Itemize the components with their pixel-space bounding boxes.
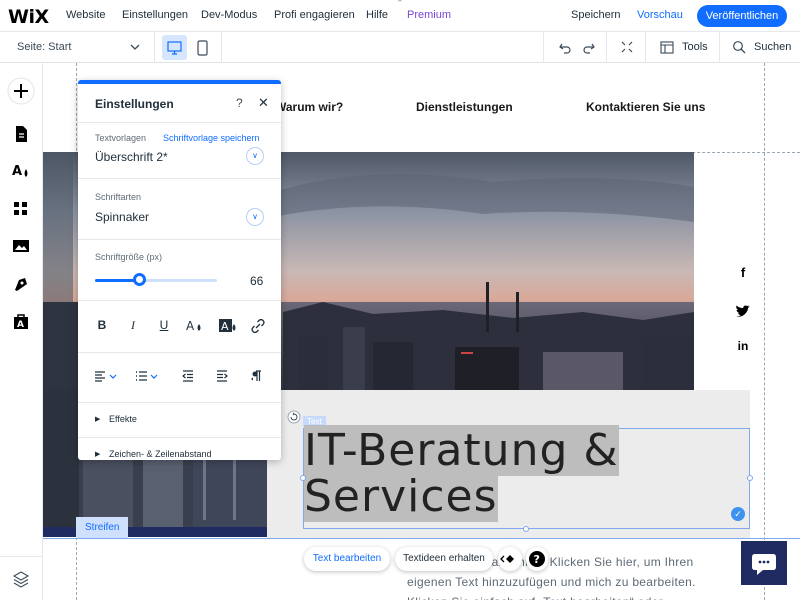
italic-icon[interactable]: I — [124, 318, 142, 333]
panel-close-icon[interactable]: ✕ — [258, 95, 269, 111]
align-dropdown-icon[interactable] — [94, 370, 120, 382]
heading-line-1: IT-Beratung & — [304, 425, 619, 476]
wix-logo[interactable]: WiX — [8, 6, 49, 28]
layers-icon[interactable] — [11, 569, 31, 589]
desktop-view-button[interactable] — [162, 35, 187, 60]
preview-button[interactable]: Vorschau — [637, 9, 683, 21]
menu-help[interactable]: Hilfe — [366, 9, 388, 21]
effects-section[interactable]: Effekte — [109, 414, 137, 424]
spacing-expand-icon[interactable]: ▶ — [95, 450, 100, 458]
editor-toolbar: Seite: Start Tools Suchen — [0, 32, 800, 63]
twitter-icon[interactable] — [735, 305, 751, 319]
text-ideas-button[interactable]: Textideen erhalten — [395, 547, 493, 571]
bold-icon[interactable]: B — [93, 318, 111, 332]
menu-dev-mode[interactable]: Dev-Modus — [201, 9, 257, 21]
svg-text:A: A — [12, 164, 22, 179]
fonts-label: Schriftarten — [95, 192, 142, 202]
resize-handle-left[interactable] — [300, 475, 306, 481]
underline-icon[interactable]: U — [155, 318, 173, 332]
add-elements-icon[interactable] — [7, 77, 35, 105]
animation-icon — [500, 555, 514, 563]
undo-icon[interactable] — [558, 40, 572, 54]
rotate-handle-icon[interactable] — [287, 410, 301, 424]
menu-hire-pro[interactable]: Profi engagieren — [274, 9, 355, 21]
themes-label: Textvorlagen — [95, 133, 147, 143]
themes-value[interactable]: Überschrift 2* — [95, 150, 168, 164]
font-size-slider-knob[interactable] — [132, 273, 146, 286]
tools-button[interactable]: Tools — [682, 41, 708, 53]
panel-title: Einstellungen — [95, 97, 174, 111]
animation-button[interactable] — [498, 547, 522, 571]
publish-button[interactable]: Veröffentlichen — [697, 5, 787, 27]
fonts-dropdown-chevron-icon[interactable]: ∨ — [246, 208, 264, 226]
facebook-icon[interactable]: f — [733, 265, 753, 285]
list-dropdown-icon[interactable] — [135, 370, 161, 382]
save-button[interactable]: Speichern — [571, 9, 621, 21]
svg-text:A: A — [186, 319, 195, 333]
strip-label[interactable]: Streifen — [76, 517, 129, 539]
font-size-slider[interactable] — [95, 279, 217, 282]
font-size-value[interactable]: 66 — [250, 274, 263, 288]
hero-heading[interactable]: IT-Beratung & Services — [304, 425, 750, 522]
search-icon[interactable] — [732, 40, 746, 54]
desktop-icon — [167, 41, 182, 55]
font-size-label: Schriftgröße (px) — [95, 252, 163, 262]
help-icon: ? — [529, 551, 545, 567]
pages-icon[interactable] — [11, 124, 31, 144]
menu-settings[interactable]: Einstellungen — [122, 9, 188, 21]
text-settings-panel: Einstellungen ? ✕ Textvorlagen Schriftvo… — [78, 80, 281, 460]
collapse-chevron-icon[interactable]: ⌃ — [396, 0, 404, 9]
apps-icon[interactable] — [11, 199, 31, 219]
effects-expand-icon[interactable]: ▶ — [95, 415, 100, 423]
blog-pen-icon[interactable] — [11, 274, 31, 294]
link-icon[interactable] — [250, 319, 266, 333]
decrease-indent-icon[interactable] — [182, 370, 194, 382]
left-sidebar: A A — [0, 63, 43, 600]
redo-icon[interactable] — [582, 40, 596, 54]
site-nav-contact[interactable]: Kontaktieren Sie uns — [586, 100, 705, 114]
tools-icon[interactable] — [660, 41, 674, 54]
business-icon[interactable]: A — [11, 312, 31, 332]
panel-help-icon[interactable]: ? — [236, 96, 243, 110]
chevron-down-icon[interactable] — [130, 43, 140, 51]
media-icon[interactable] — [11, 236, 31, 256]
svg-text:?: ? — [534, 553, 540, 566]
page-select[interactable]: Seite: Start — [17, 41, 71, 53]
highlight-color-icon[interactable]: A — [218, 317, 238, 334]
svg-text:A: A — [221, 320, 229, 333]
heading-line-2: Services — [304, 471, 498, 522]
check-badge-icon: ✓ — [731, 507, 745, 521]
spacing-section[interactable]: Zeichen- & Zeilenabstand — [109, 449, 212, 459]
help-button[interactable]: ? — [526, 547, 548, 571]
mobile-view-button[interactable] — [193, 36, 213, 60]
svg-text:A: A — [17, 320, 24, 330]
design-icon[interactable]: A — [11, 161, 31, 181]
resize-handle-bottom[interactable] — [523, 526, 529, 532]
mobile-icon — [197, 40, 208, 56]
chat-widget-button[interactable] — [741, 541, 787, 585]
edit-text-button[interactable]: Text bearbeiten — [304, 547, 390, 571]
site-nav-why-us[interactable]: Warum wir? — [275, 100, 343, 114]
top-bar: WiX Website Einstellungen Dev-Modus Prof… — [0, 0, 800, 32]
menu-website[interactable]: Website — [66, 9, 106, 21]
site-nav-services[interactable]: Dienstleistungen — [416, 100, 513, 114]
text-color-icon[interactable]: A — [186, 318, 204, 334]
themes-dropdown-chevron-icon[interactable]: ∨ — [246, 147, 264, 165]
increase-indent-icon[interactable] — [216, 370, 228, 382]
zoom-out-icon[interactable] — [620, 40, 634, 54]
resize-handle-right[interactable] — [747, 475, 753, 481]
chat-bubble-icon — [752, 554, 776, 575]
menu-premium[interactable]: Premium — [407, 9, 451, 21]
text-direction-icon[interactable] — [250, 370, 262, 382]
linkedin-icon[interactable]: in — [733, 339, 753, 359]
fonts-value[interactable]: Spinnaker — [95, 210, 149, 224]
save-theme-link[interactable]: Schriftvorlage speichern — [163, 133, 260, 143]
search-button[interactable]: Suchen — [754, 41, 791, 53]
